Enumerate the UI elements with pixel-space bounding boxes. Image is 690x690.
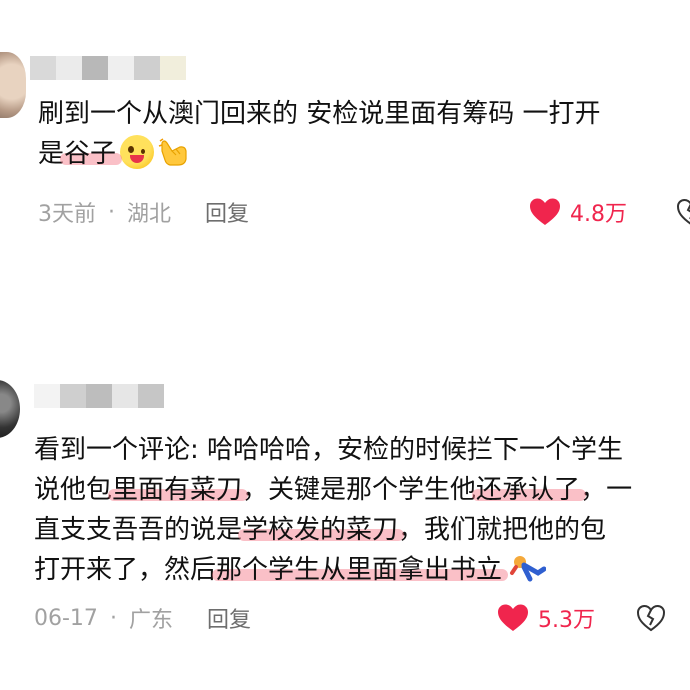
location: 广东 [128, 608, 173, 633]
comment-meta: 3天前 · 湖北 回复 [38, 196, 249, 228]
separator-dot: · [108, 199, 115, 225]
text-segment: ，关键是那个学生他 [242, 475, 477, 505]
timestamp: 06-17 [34, 605, 98, 631]
text-segment: 是 [38, 139, 65, 169]
text-segment: 刷到一个从澳门回来的 安检说里面有筹码 一打开 [38, 99, 601, 129]
highlighted-text: 还承认了 [476, 475, 581, 505]
highlighted-text: 谷子 [64, 139, 117, 169]
person-tumbling-icon [510, 555, 547, 581]
comment-line: 是谷子 [38, 134, 601, 174]
text-segment: 打开来了，然后 [34, 555, 217, 585]
like-count: 4.8万 [570, 202, 627, 227]
highlighted-text: 学校发的菜刀 [242, 515, 399, 545]
heart-icon [530, 198, 560, 225]
like-count: 5.3万 [538, 608, 595, 633]
broken-heart-icon[interactable] [636, 604, 666, 632]
like-button[interactable]: 5.3万 [496, 602, 595, 634]
text-segment: 直支支吾吾的说是 [34, 515, 243, 545]
text-segment: ，我们就把他的包 [398, 515, 607, 545]
highlighted-text: 里面有菜刀 [112, 475, 243, 505]
reply-button[interactable]: 回复 [207, 602, 251, 634]
comment-meta: 06-17 · 广东 回复 [34, 602, 251, 634]
text-segment: 说他包 [34, 475, 113, 505]
winking-tongue-face-icon [120, 134, 155, 169]
comment-line: 直支支吾吾的说是学校发的菜刀，我们就把他的包 [34, 510, 632, 550]
pointing-hand-icon [158, 137, 187, 166]
avatar[interactable] [0, 380, 20, 438]
comment-text: 看到一个评论: 哈哈哈哈，安检的时候拦下一个学生 说他包里面有菜刀，关键是那个学… [34, 430, 632, 590]
text-segment: 看到一个评论: 哈哈哈哈，安检的时候拦下一个学生 [34, 435, 624, 465]
like-button[interactable]: 4.8万 [528, 196, 627, 228]
comment-text: 刷到一个从澳门回来的 安检说里面有筹码 一打开 是谷子 [38, 94, 601, 174]
text-segment: ，一 [580, 475, 633, 505]
highlighted-text: 那个学生从里面拿出书立 [216, 555, 503, 585]
timestamp: 3天前 [38, 202, 96, 227]
heart-icon [498, 604, 528, 631]
reply-button[interactable]: 回复 [205, 196, 249, 228]
separator-dot: · [109, 605, 117, 631]
broken-heart-icon[interactable] [676, 198, 690, 226]
avatar[interactable] [0, 52, 26, 118]
comment-line: 说他包里面有菜刀，关键是那个学生他还承认了，一 [34, 470, 632, 510]
comment-item: 看到一个评论: 哈哈哈哈，安检的时候拦下一个学生 说他包里面有菜刀，关键是那个学… [0, 330, 690, 690]
username-blurred[interactable] [30, 56, 186, 80]
comment-line: 打开来了，然后那个学生从里面拿出书立 [34, 550, 632, 590]
username-blurred[interactable] [34, 384, 164, 408]
comment-line: 看到一个评论: 哈哈哈哈，安检的时候拦下一个学生 [34, 430, 632, 470]
comment-item: 刷到一个从澳门回来的 安检说里面有筹码 一打开 是谷子 3天前 · 湖北 回复 … [0, 0, 690, 330]
location: 湖北 [127, 202, 172, 227]
comment-line: 刷到一个从澳门回来的 安检说里面有筹码 一打开 [38, 94, 601, 134]
